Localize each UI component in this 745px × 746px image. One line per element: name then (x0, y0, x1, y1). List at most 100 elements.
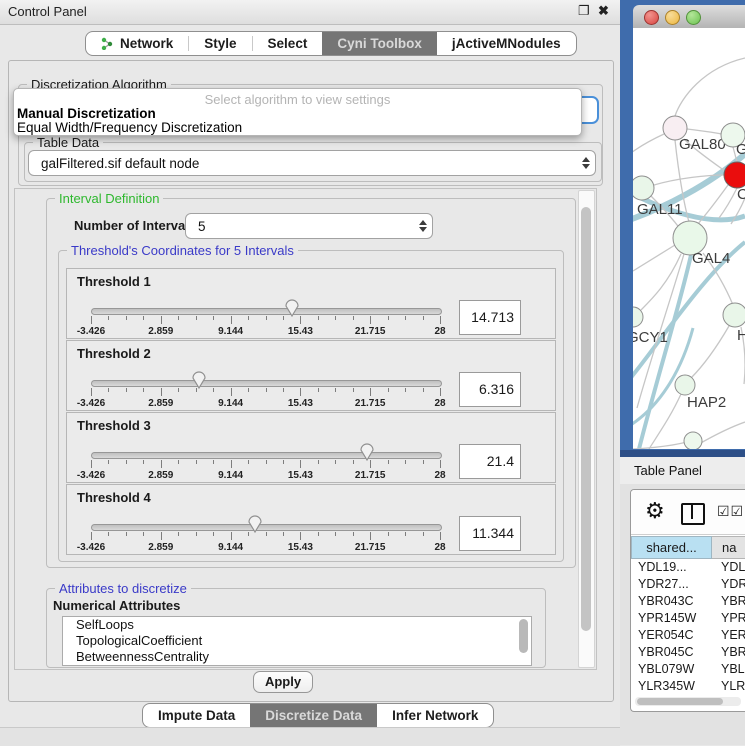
network-edge[interactable] (633, 134, 664, 156)
close-traffic-light-icon[interactable] (644, 10, 659, 25)
slider-tick-labels: -3.4262.8599.14415.4321.71528 (91, 542, 440, 554)
network-node[interactable] (633, 176, 654, 200)
network-edge[interactable] (719, 188, 737, 218)
bottom-tab-bar: Impute Data Discretize Data Infer Networ… (142, 703, 494, 728)
zoom-traffic-light-icon[interactable] (686, 10, 701, 25)
slider-tick-labels: -3.4262.8599.14415.4321.71528 (91, 470, 440, 482)
table-toolbar: ⚙ ☑☑ (631, 490, 745, 535)
columns-icon[interactable] (681, 503, 705, 525)
table-data-combobox[interactable]: galFiltered.sif default node (28, 150, 596, 176)
panel-title: Control Panel (8, 4, 87, 19)
apply-button[interactable]: Apply (253, 671, 313, 693)
network-edge[interactable] (687, 129, 721, 134)
threshold-label: Threshold 4 (77, 490, 151, 505)
node-label: GA (736, 141, 745, 158)
horizontal-scrollbar[interactable] (635, 697, 741, 706)
scrollbar-thumb[interactable] (637, 698, 723, 705)
network-node[interactable] (723, 303, 745, 327)
threshold-row-1: Threshold 1 -3.4262.8599.14415.4321.7152… (66, 268, 556, 339)
tab-cyni-toolbox[interactable]: Cyni Toolbox (322, 32, 437, 55)
close-icon[interactable]: ✖ (598, 3, 609, 19)
dropdown-item-manual[interactable]: Manual Discretization (14, 107, 581, 121)
attribute-item[interactable]: SelfLoops (63, 617, 531, 633)
threshold-label: Threshold 1 (77, 274, 151, 289)
threshold-row-2: Threshold 2 -3.4262.8599.14415.4321.7152… (66, 340, 556, 411)
network-edge[interactable] (639, 255, 691, 449)
table-row[interactable]: YDL19...YDL1 (631, 559, 745, 576)
tab-network-label: Network (120, 36, 173, 51)
minimize-traffic-light-icon[interactable] (665, 10, 680, 25)
slider-tick-labels: -3.4262.8599.14415.4321.71528 (91, 326, 440, 338)
slider-ticks (91, 316, 440, 325)
threshold-value-field[interactable]: 11.344 (459, 516, 521, 551)
node-label: GAL4 (692, 250, 730, 267)
gear-icon[interactable]: ⚙ (645, 498, 665, 524)
network-node[interactable] (724, 162, 745, 188)
node-label: GAL11 (637, 201, 683, 218)
network-edge[interactable] (675, 58, 745, 116)
node-label: GCY1 (633, 329, 668, 346)
slider-track[interactable] (91, 452, 442, 459)
numerical-attributes-label: Numerical Attributes (53, 598, 180, 613)
vertical-scrollbar[interactable] (578, 190, 595, 668)
attribute-item[interactable]: BetweennessCentrality (63, 649, 531, 665)
network-canvas[interactable]: GAL80GACGAL11GAL4GCY1HHAP2 (633, 28, 745, 449)
dropdown-item-equal-width[interactable]: Equal Width/Frequency Discretization (14, 121, 581, 135)
number-of-intervals-label: Number of Intervals (74, 218, 196, 233)
table-row[interactable]: YPR145WYPR1 (631, 610, 745, 627)
app-root: Control Panel ❐ ✖ Network Style Select C… (0, 0, 745, 745)
table-row[interactable]: YLR345WYLR3 (631, 678, 745, 695)
frame-edge (620, 450, 745, 457)
tab-style[interactable]: Style (189, 32, 251, 55)
network-edge[interactable] (633, 245, 675, 271)
slider-ticks (91, 460, 440, 469)
combo-arrows-icon (577, 157, 595, 169)
column-header-shared-name[interactable]: shared... (631, 536, 712, 559)
network-window-titlebar[interactable] (633, 5, 745, 29)
table-row[interactable]: YIL052CYIL0 (631, 695, 745, 696)
slider-track[interactable] (91, 524, 442, 531)
table-row[interactable]: YER054CYER0 (631, 627, 745, 644)
threshold-value-field[interactable]: 21.4 (459, 444, 521, 479)
slider-track[interactable] (91, 380, 442, 387)
combo-arrows-icon (414, 220, 432, 232)
table-row[interactable]: YBR043CYBR0 (631, 593, 745, 610)
slider-thumb[interactable] (284, 298, 300, 318)
threshold-label: Threshold 2 (77, 346, 151, 361)
numerical-attributes-list[interactable]: SelfLoopsTopologicalCoefficientBetweenne… (62, 616, 532, 666)
column-header-name[interactable]: na (712, 536, 745, 559)
scrollbar-thumb[interactable] (581, 207, 591, 631)
threshold-value-field[interactable]: 6.316 (459, 372, 521, 407)
dropdown-hint: Select algorithm to view settings (14, 89, 581, 107)
tab-discretize-data[interactable]: Discretize Data (250, 704, 377, 727)
select-columns-icon[interactable]: ☑☑ (717, 503, 744, 520)
threshold-row-4: Threshold 4 -3.4262.8599.14415.4321.7152… (66, 484, 556, 555)
tab-network[interactable]: Network (86, 32, 188, 55)
attribute-item[interactable]: TopologicalCoefficient (63, 633, 531, 649)
table-panel-title: Table Panel (634, 463, 702, 478)
network-edge[interactable] (691, 326, 729, 378)
tab-select[interactable]: Select (253, 32, 323, 55)
network-node[interactable] (684, 432, 702, 449)
threshold-value-field[interactable]: 14.713 (459, 300, 521, 335)
table-row[interactable]: YBR045CYBR0 (631, 644, 745, 661)
slider-thumb[interactable] (247, 514, 263, 534)
float-icon[interactable]: ❐ (578, 3, 590, 19)
network-edge[interactable] (699, 422, 745, 444)
slider-thumb[interactable] (191, 370, 207, 390)
network-edge[interactable] (649, 394, 681, 449)
table-row[interactable]: YDR27...YDR2 (631, 576, 745, 593)
list-scrollbar-thumb[interactable] (519, 619, 528, 653)
number-of-intervals-combobox[interactable]: 5 (185, 213, 433, 239)
tab-infer-network[interactable]: Infer Network (377, 704, 493, 727)
tab-jactivemnodules[interactable]: jActiveMNodules (437, 32, 576, 55)
threshold-row-3: Threshold 3 -3.4262.8599.14415.4321.7152… (66, 412, 556, 483)
network-icon (101, 37, 114, 50)
slider-thumb[interactable] (359, 442, 375, 462)
slider-track[interactable] (91, 308, 442, 315)
table-row[interactable]: YBL079WYBL0 (631, 661, 745, 678)
tab-impute-data[interactable]: Impute Data (143, 704, 250, 727)
top-tab-bar: Network Style Select Cyni Toolbox jActiv… (85, 31, 577, 56)
network-node[interactable] (675, 375, 695, 395)
node-label: H (737, 327, 745, 344)
